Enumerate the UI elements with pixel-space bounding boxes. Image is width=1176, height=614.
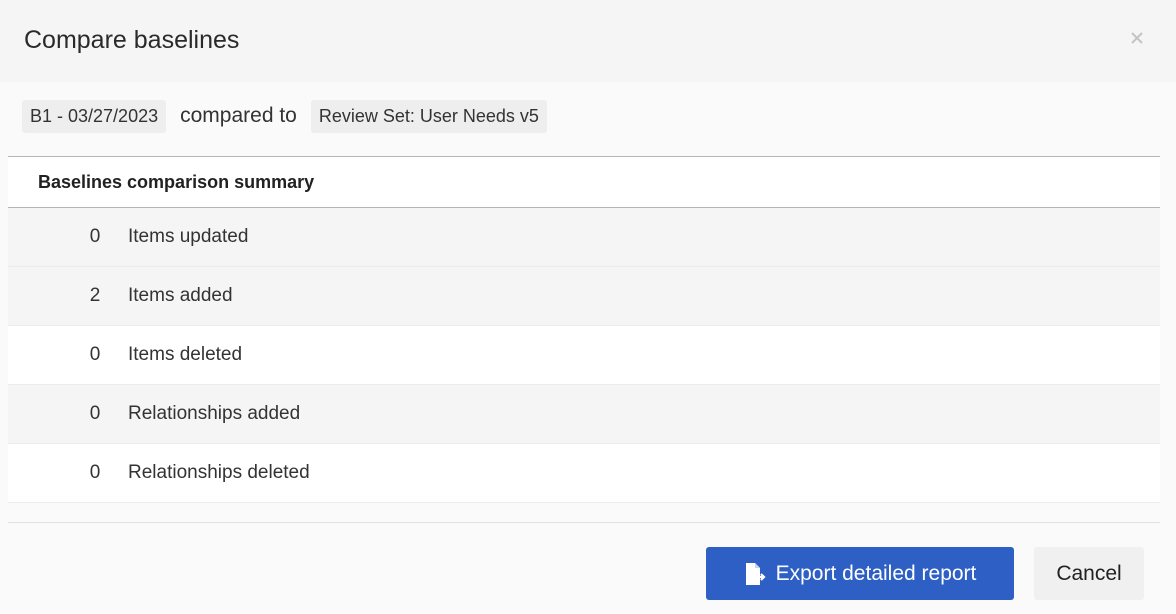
summary-row: 2 Items added — [8, 267, 1160, 326]
row-count: 0 — [89, 344, 101, 365]
row-count: 0 — [89, 226, 101, 247]
row-label: Items updated — [128, 226, 249, 247]
row-label: Relationships added — [128, 403, 301, 424]
summary-row: 0 Relationships added — [8, 385, 1160, 444]
summary-title: Baselines comparison summary — [38, 172, 315, 192]
summary-rows: 0 Items updated 2 Items added 0 Items de… — [8, 208, 1160, 503]
row-label: Items deleted — [128, 344, 243, 365]
row-count: 2 — [89, 285, 101, 306]
cancel-button[interactable]: Cancel — [1034, 547, 1144, 600]
summary-row: 0 Items deleted — [8, 326, 1160, 385]
baseline-left-chip: B1 - 03/27/2023 — [22, 99, 167, 133]
row-label: Items added — [128, 285, 233, 306]
close-icon[interactable] — [1126, 28, 1148, 50]
row-label: Relationships deleted — [128, 462, 310, 483]
comparison-row: B1 - 03/27/2023 compared to Review Set: … — [22, 96, 547, 136]
row-count: 0 — [89, 462, 101, 483]
compared-to-text: compared to — [180, 104, 297, 127]
baseline-right-chip: Review Set: User Needs v5 — [310, 99, 547, 133]
summary-row: 0 Items updated — [8, 208, 1160, 267]
dialog-title: Compare baselines — [24, 26, 240, 54]
row-count: 0 — [89, 403, 101, 424]
summary-row: 0 Relationships deleted — [8, 444, 1160, 503]
export-button-label: Export detailed report — [775, 561, 977, 585]
compare-baselines-dialog: Compare baselines B1 - 03/27/2023 compar… — [0, 0, 1176, 614]
footer-divider — [8, 522, 1160, 523]
export-file-icon — [744, 562, 766, 586]
export-report-button[interactable]: Export detailed report — [706, 547, 1014, 600]
dialog-header: Compare baselines — [0, 0, 1176, 82]
summary-header: Baselines comparison summary — [8, 156, 1160, 208]
